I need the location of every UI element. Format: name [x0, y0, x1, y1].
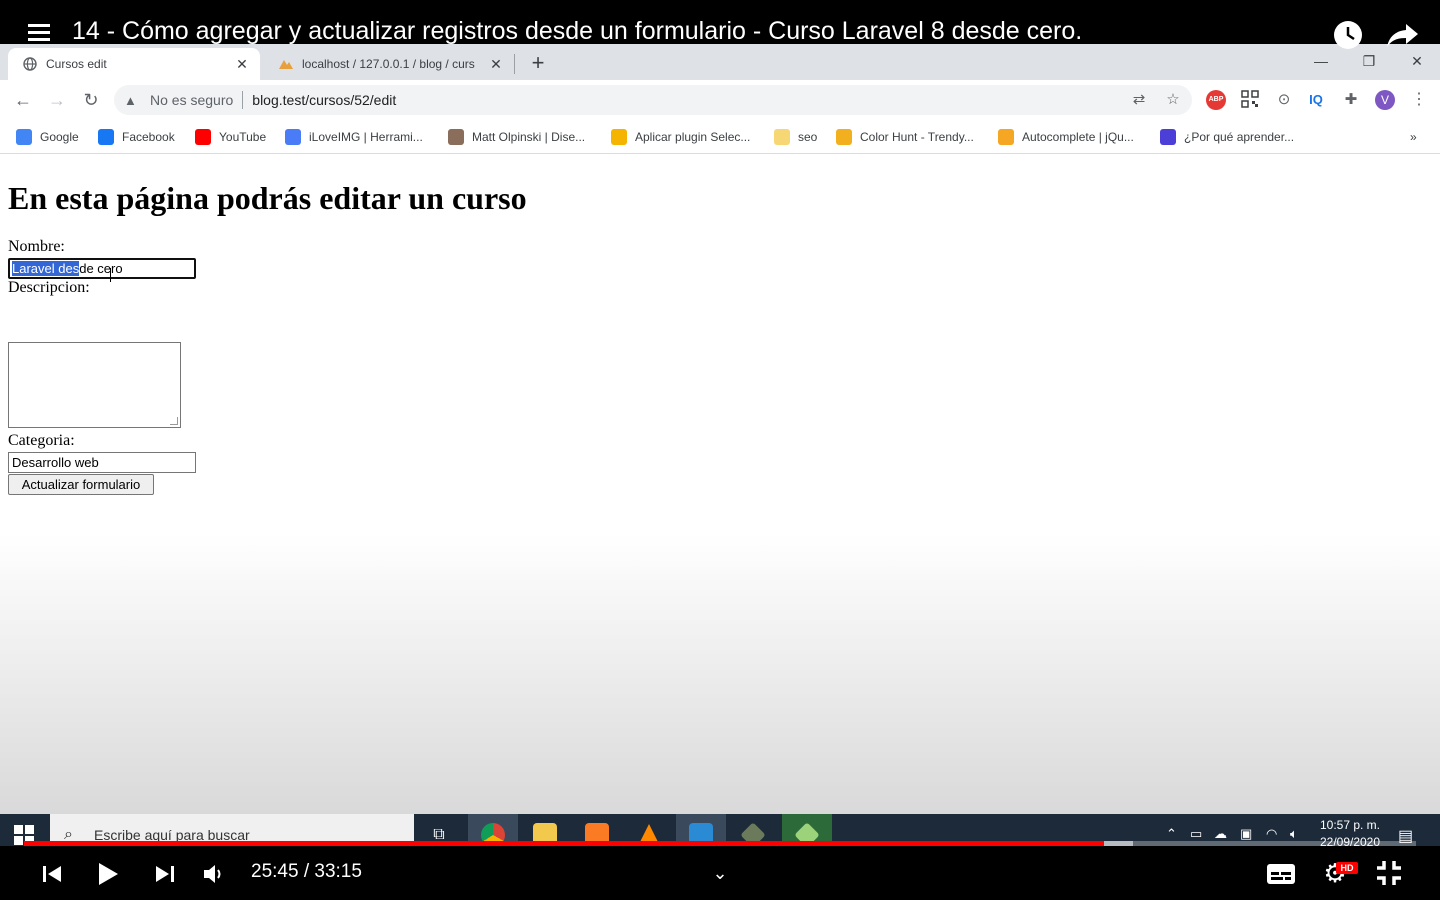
facebook-icon — [98, 129, 114, 145]
video-title[interactable]: 14 - Cómo agregar y actualizar registros… — [72, 18, 1082, 44]
video-title-bar: 14 - Cómo agregar y actualizar registros… — [0, 0, 1440, 49]
subtitles-icon[interactable] — [1264, 858, 1298, 888]
browser-toolbar: ← → ↻ ▲ No es seguro blog.test/cursos/52… — [0, 80, 1440, 120]
url-text[interactable]: blog.test/cursos/52/edit — [252, 92, 396, 108]
browser-window: Cursos edit ✕ localhost / 127.0.0.1 / bl… — [0, 44, 1440, 814]
categoria-input[interactable]: Desarrollo web — [8, 452, 196, 473]
bookmark-item[interactable]: Aplicar plugin Selec... — [611, 126, 750, 148]
forward-button[interactable]: → — [43, 86, 71, 114]
avatar-icon — [448, 129, 464, 145]
playlist-menu-icon[interactable] — [28, 24, 50, 45]
star-icon[interactable]: ☆ — [1164, 91, 1182, 109]
folder-icon — [774, 129, 790, 145]
kebab-menu-icon[interactable]: ⋮ — [1409, 90, 1429, 110]
bookmark-label: Google — [40, 130, 79, 144]
bookmark-item[interactable]: Facebook — [98, 126, 175, 148]
new-tab-button[interactable]: + — [524, 50, 552, 78]
extensions-puzzle-icon[interactable]: ✚ — [1341, 90, 1361, 110]
play-icon[interactable] — [93, 858, 123, 888]
qr-code-icon[interactable] — [1240, 90, 1260, 110]
nombre-input[interactable]: Laravel desde cero — [8, 258, 196, 279]
volume-icon[interactable] — [200, 858, 230, 888]
bookmark-label: Aplicar plugin Selec... — [635, 130, 751, 144]
address-bar[interactable]: ▲ No es seguro blog.test/cursos/52/edit … — [114, 85, 1192, 115]
bookmark-label: seo — [798, 130, 818, 144]
extension-circle-icon[interactable]: ⊙ — [1274, 90, 1294, 110]
tab-separator — [514, 54, 515, 74]
bookmark-item[interactable]: Matt Olpinski | Dise... — [448, 126, 585, 148]
update-form-button[interactable]: Actualizar formulario — [8, 474, 154, 495]
tray-chevron-icon[interactable]: ⌃ — [1166, 826, 1177, 842]
reload-button[interactable]: ↻ — [77, 86, 105, 114]
translate-icon[interactable]: ⇄ — [1130, 91, 1148, 109]
bookmark-label: ¿Por qué aprender... — [1184, 130, 1295, 144]
display-icon[interactable]: ▣ — [1240, 826, 1252, 842]
omnibox-divider — [242, 91, 244, 109]
onedrive-icon[interactable]: ☁ — [1214, 826, 1227, 842]
next-icon[interactable] — [151, 858, 179, 888]
wifi-icon[interactable]: ◠ — [1266, 826, 1277, 842]
selected-text: Laravel des — [12, 261, 80, 276]
share-icon[interactable] — [1386, 22, 1420, 53]
colorhunt-icon — [836, 129, 852, 145]
back-button[interactable]: ← — [9, 86, 37, 114]
phpmyadmin-icon — [278, 56, 294, 72]
bookmark-item[interactable]: iLoveIMG | Herrami... — [285, 126, 423, 148]
video-controls: 25:45 / 33:15 ⌄ ⚙ HD — [0, 846, 1440, 900]
bookmark-item[interactable]: Autocomplete | jQu... — [998, 126, 1134, 148]
battery-icon[interactable]: ▭ — [1190, 826, 1202, 842]
bookmark-label: Facebook — [122, 130, 175, 144]
globe-icon — [22, 56, 38, 72]
profile-avatar[interactable]: V — [1375, 90, 1395, 110]
hd-badge: HD — [1336, 862, 1358, 874]
watch-later-icon[interactable] — [1333, 20, 1363, 55]
exit-fullscreen-icon[interactable] — [1374, 858, 1404, 888]
adblock-icon[interactable]: ABP — [1206, 90, 1226, 110]
youtube-icon — [195, 129, 211, 145]
bookmark-label: Color Hunt - Trendy... — [860, 130, 974, 144]
bookmark-label: Autocomplete | jQu... — [1022, 130, 1134, 144]
heart-icon — [285, 129, 301, 145]
bookmark-label: iLoveIMG | Herrami... — [309, 130, 423, 144]
google-icon — [16, 129, 32, 145]
security-indicator[interactable]: No es seguro — [150, 92, 233, 108]
tab-title: localhost / 127.0.0.1 / blog / curs — [302, 57, 475, 71]
tab-strip: Cursos edit ✕ localhost / 127.0.0.1 / bl… — [0, 44, 1440, 80]
text-cursor-icon — [110, 268, 118, 282]
tab-phpmyadmin[interactable]: localhost / 127.0.0.1 / blog / curs ✕ — [264, 48, 514, 80]
bookmarks-overflow-icon[interactable]: » — [1410, 126, 1417, 148]
tab-title: Cursos edit — [46, 57, 107, 71]
bookmark-label: YouTube — [219, 130, 267, 144]
clock-time: 10:57 p. m. — [1319, 818, 1381, 832]
bookmark-item[interactable]: YouTube — [195, 126, 266, 148]
bookmark-item[interactable]: Color Hunt - Trendy... — [836, 126, 974, 148]
bookmark-page-icon — [611, 129, 627, 145]
warning-icon[interactable]: ▲ — [124, 93, 142, 108]
bookmarks-bar: Google Facebook YouTube iLoveIMG | Herrami.… — [0, 120, 1440, 154]
jquery-icon — [998, 129, 1014, 145]
bookmark-label: Matt Olpinski | Dise... — [472, 130, 586, 144]
tab-close-icon[interactable]: ✕ — [232, 56, 252, 73]
categoria-label: Categoria: — [8, 432, 75, 449]
bookmark-item[interactable]: seo — [774, 126, 817, 148]
previous-icon[interactable] — [38, 858, 66, 888]
tab-cursos-edit[interactable]: Cursos edit ✕ — [8, 48, 260, 80]
page-content: En esta página podrás editar un curso No… — [0, 154, 1440, 814]
bookmark-item[interactable]: Google — [16, 126, 79, 148]
nombre-label: Nombre: — [8, 238, 65, 255]
descripcion-textarea[interactable] — [8, 342, 181, 428]
descripcion-label: Descripcion: — [8, 279, 90, 296]
page-title: En esta página podrás editar un curso — [8, 180, 527, 216]
time-display: 25:45 / 33:15 — [251, 861, 362, 882]
site-icon — [1160, 129, 1176, 145]
chevron-down-icon[interactable]: ⌄ — [706, 858, 734, 888]
volume-icon[interactable]: 🔈︎ — [1290, 826, 1298, 842]
iq-extension-icon[interactable]: IQ — [1306, 90, 1326, 110]
resize-grip-icon[interactable] — [170, 417, 178, 425]
tab-close-icon[interactable]: ✕ — [486, 56, 506, 73]
bookmark-item[interactable]: ¿Por qué aprender... — [1160, 126, 1294, 148]
